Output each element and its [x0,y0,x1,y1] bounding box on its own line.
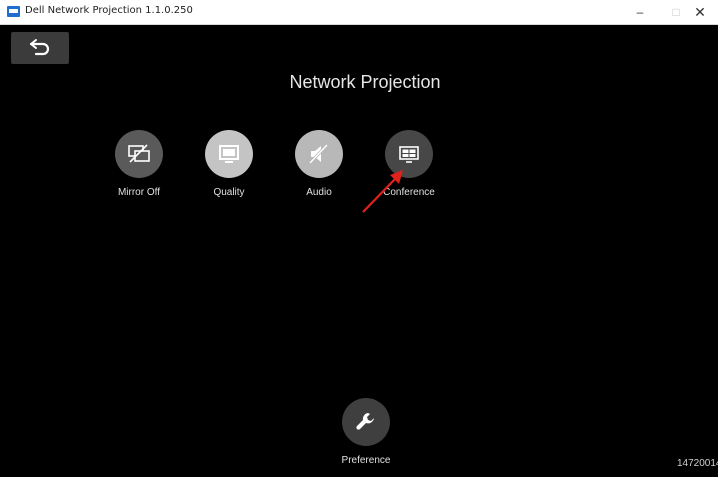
back-arrow-icon [29,39,50,56]
wrench-icon [342,398,390,446]
app-icon [7,6,20,17]
conference-icon [385,130,433,178]
window-title: Dell Network Projection 1.1.0.250 [25,5,193,16]
minimize-button[interactable]: – [622,0,658,24]
quality-button[interactable]: Quality [184,130,274,198]
conference-label: Conference [383,187,435,198]
preference-label: Preference [341,455,391,466]
back-button[interactable] [11,32,69,64]
mirror-off-button[interactable]: Mirror Off [94,130,184,198]
audio-label: Audio [306,187,332,198]
audio-button[interactable]: Audio [274,130,364,198]
monitor-icon [205,130,253,178]
conference-button[interactable]: Conference [364,130,454,198]
audio-muted-icon [295,130,343,178]
build-id: 14720014 [677,458,718,469]
close-button[interactable]: ✕ [682,0,718,24]
title-bar: Dell Network Projection 1.1.0.250 – □ ✕ [0,0,718,25]
mirror-off-label: Mirror Off [117,187,161,198]
preference-button[interactable]: Preference [321,398,411,466]
mirror-off-icon [115,130,163,178]
page-title: Network Projection [289,72,441,92]
quality-label: Quality [213,187,245,198]
